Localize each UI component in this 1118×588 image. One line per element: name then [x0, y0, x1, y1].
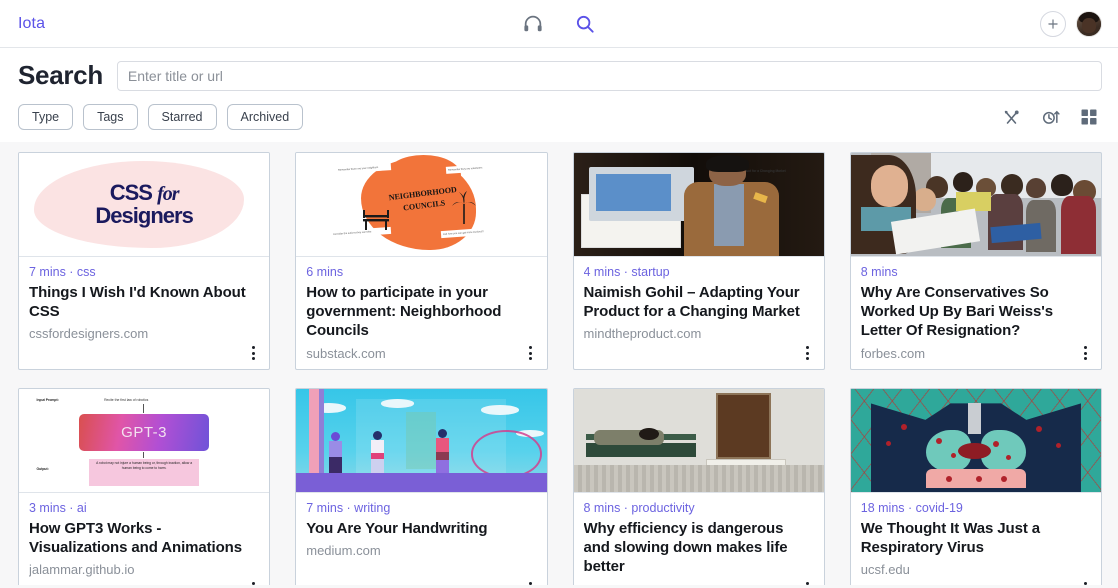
search-header: Search Type Tags Starred Archived [0, 48, 1118, 142]
filter-row: Type Tags Starred Archived [18, 104, 1102, 142]
top-navigation-bar: Iota [0, 0, 1118, 48]
article-meta: 8 mins · productivity [584, 501, 814, 515]
search-input[interactable] [117, 61, 1102, 91]
article-card-body: 8 mins Why Are Conservatives So Worked U… [851, 257, 1101, 369]
card-overflow-menu-icon[interactable] [1077, 344, 1093, 362]
article-card-body: 3 mins · ai How GPT3 Works - Visualizati… [19, 493, 269, 585]
css-thumb-line1b: for [157, 183, 178, 205]
article-domain: mindtheproduct.com [584, 326, 814, 341]
article-thumbnail-css-for-designers: CSS for Designers [19, 153, 269, 257]
article-meta: 8 mins [861, 265, 1091, 279]
page-title: Search [18, 60, 103, 91]
gpt-output-label: Output: [37, 467, 49, 471]
article-title[interactable]: Why efficiency is dangerous and slowing … [584, 519, 814, 577]
article-domain: jalammar.github.io [29, 562, 259, 577]
article-card[interactable]: Remember there are your neighbors Rememb… [295, 152, 547, 370]
filter-starred[interactable]: Starred [148, 104, 217, 130]
article-title[interactable]: Why Are Conservatives So Worked Up By Ba… [861, 283, 1091, 341]
gpt-prompt-text: Recite the first law of robotics [104, 398, 148, 402]
card-overflow-menu-icon[interactable] [523, 580, 539, 585]
article-card[interactable]: Input Prompt: Recite the first law of ro… [18, 388, 270, 585]
card-overflow-menu-icon[interactable] [1077, 580, 1093, 585]
article-thumbnail-protest-crowd [851, 153, 1101, 257]
article-meta: 3 mins · ai [29, 501, 259, 515]
cutlery-icon[interactable] [1002, 108, 1021, 127]
results-grid: CSS for Designers 7 mins · css Things I … [18, 152, 1102, 585]
article-thumbnail-conference-talk: Adapting Your Product for a Changing Mar… [574, 153, 824, 257]
article-card[interactable]: CSS for Designers 7 mins · css Things I … [18, 152, 270, 370]
gpt-input-label: Input Prompt: [37, 398, 59, 402]
article-card-body: 4 mins · startup Naimish Gohil – Adaptin… [574, 257, 824, 369]
top-right-actions [1040, 11, 1102, 37]
article-card-body: 7 mins · css Things I Wish I'd Known Abo… [19, 257, 269, 369]
plus-icon[interactable] [1040, 11, 1066, 37]
article-title[interactable]: How GPT3 Works - Visualizations and Anim… [29, 519, 259, 557]
grid-view-icon[interactable] [1080, 108, 1098, 126]
article-card[interactable]: 8 mins · productivity Why efficiency is … [573, 388, 825, 585]
article-domain: cssfordesigners.com [29, 326, 259, 341]
article-card-body: 18 mins · covid-19 We Thought It Was Jus… [851, 493, 1101, 585]
center-icon-group [522, 13, 596, 35]
article-card[interactable]: 18 mins · covid-19 We Thought It Was Jus… [850, 388, 1102, 585]
card-overflow-menu-icon[interactable] [800, 344, 816, 362]
article-card[interactable]: 8 mins Why Are Conservatives So Worked U… [850, 152, 1102, 370]
article-meta: 6 mins [306, 265, 536, 279]
card-overflow-menu-icon[interactable] [245, 344, 261, 362]
article-thumbnail-gpt3-diagram: Input Prompt: Recite the first law of ro… [19, 389, 269, 493]
article-card-body: 6 mins How to participate in your govern… [296, 257, 546, 369]
article-card-body: 8 mins · productivity Why efficiency is … [574, 493, 824, 585]
article-thumbnail-neighborhood-councils: Remember there are your neighbors Rememb… [296, 153, 546, 257]
article-meta: 7 mins · writing [306, 501, 536, 515]
user-avatar[interactable] [1076, 11, 1102, 37]
view-toolbar [1002, 108, 1102, 127]
app-brand-logo[interactable]: Iota [18, 15, 45, 33]
headphones-icon[interactable] [522, 13, 544, 35]
article-card[interactable]: 7 mins · writing You Are Your Handwritin… [295, 388, 547, 585]
article-domain: medium.com [306, 543, 536, 558]
clock-sort-icon[interactable] [1041, 108, 1060, 127]
article-card-body: 7 mins · writing You Are Your Handwritin… [296, 493, 546, 585]
filter-tags[interactable]: Tags [83, 104, 137, 130]
gpt-output-text: A robot may not injure a human being or,… [94, 461, 194, 472]
card-overflow-menu-icon[interactable] [523, 344, 539, 362]
card-overflow-menu-icon[interactable] [800, 580, 816, 585]
filter-archived[interactable]: Archived [227, 104, 304, 130]
article-title[interactable]: How to participate in your government: N… [306, 283, 536, 341]
article-domain: forbes.com [861, 346, 1091, 361]
article-title[interactable]: You Are Your Handwriting [306, 519, 536, 538]
card-overflow-menu-icon[interactable] [245, 580, 261, 585]
css-thumb-line2: Designers [95, 205, 192, 227]
article-thumbnail-virus-lungs [851, 389, 1101, 493]
gpt-model-label: GPT-3 [121, 424, 167, 441]
article-domain: ucsf.edu [861, 562, 1091, 577]
article-title[interactable]: Naimish Gohil – Adapting Your Product fo… [584, 283, 814, 321]
article-meta: 4 mins · startup [584, 265, 814, 279]
article-thumbnail-street-illustration [296, 389, 546, 493]
results-grid-container: CSS for Designers 7 mins · css Things I … [0, 142, 1118, 585]
article-meta: 7 mins · css [29, 265, 259, 279]
search-icon[interactable] [574, 13, 596, 35]
filter-type[interactable]: Type [18, 104, 73, 130]
article-thumbnail-bench-nap [574, 389, 824, 493]
article-card[interactable]: Adapting Your Product for a Changing Mar… [573, 152, 825, 370]
article-domain: substack.com [306, 346, 536, 361]
article-meta: 18 mins · covid-19 [861, 501, 1091, 515]
search-row: Search [18, 60, 1102, 91]
article-title[interactable]: We Thought It Was Just a Respiratory Vir… [861, 519, 1091, 557]
css-thumb-line1a: CSS [110, 180, 152, 205]
article-title[interactable]: Things I Wish I'd Known About CSS [29, 283, 259, 321]
